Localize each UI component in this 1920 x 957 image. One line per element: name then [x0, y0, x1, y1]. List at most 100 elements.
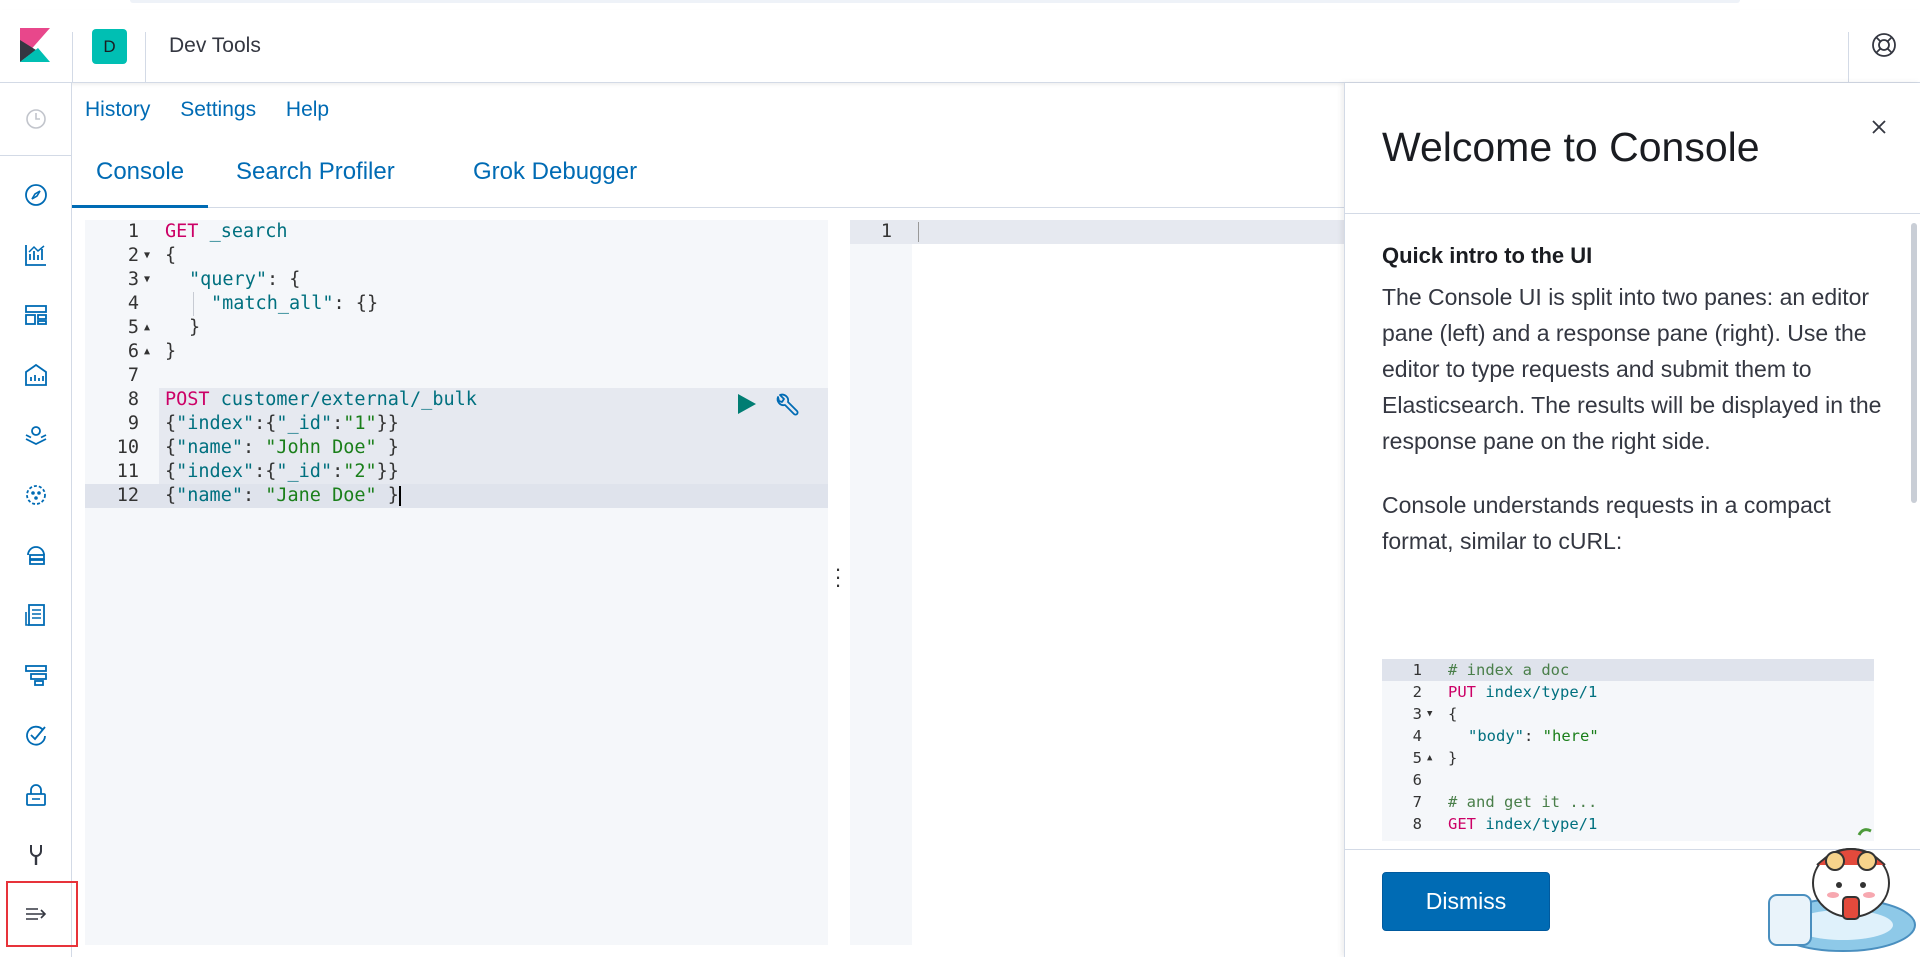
siem-icon[interactable]: [20, 779, 52, 811]
line-number: 3: [127, 269, 139, 290]
request-path: _search: [209, 221, 288, 242]
header-divider: [145, 32, 146, 82]
code-line: }: [1448, 749, 1458, 767]
code-line: {: [165, 245, 177, 266]
history-link[interactable]: History: [85, 98, 150, 121]
code-line: POST customer/external/_bulk: [165, 388, 477, 412]
machine-learning-icon[interactable]: [20, 479, 52, 511]
canvas-icon[interactable]: [20, 359, 52, 391]
send-request-play-icon[interactable]: [735, 393, 757, 415]
line-number: 1: [880, 221, 892, 242]
response-active-line: [850, 220, 1345, 244]
dashboard-icon[interactable]: [20, 299, 52, 331]
kibana-logo-icon[interactable]: [16, 26, 56, 66]
line-number: 7: [1412, 793, 1422, 811]
logs-icon[interactable]: [20, 599, 52, 631]
nav-separator: [0, 155, 72, 156]
collapse-menu-icon[interactable]: [20, 898, 52, 930]
close-icon[interactable]: [1867, 115, 1891, 139]
visualize-icon[interactable]: [20, 239, 52, 271]
request-editor[interactable]: 1 2 3 4 5 6 7 8 9 10 11 12 ▼ ▼ ▲ ▲ GET _…: [85, 220, 828, 945]
mascot-sticker-icon: [1768, 828, 1916, 952]
fold-up-icon[interactable]: ▲: [144, 340, 150, 364]
uptime-icon[interactable]: [20, 719, 52, 751]
help-link[interactable]: Help: [286, 98, 329, 121]
line-number: 9: [127, 413, 139, 434]
response-cursor: [918, 222, 919, 242]
http-method: POST: [165, 389, 210, 410]
flyout-scrollbar[interactable]: [1911, 223, 1917, 503]
intro-paragraph: The Console UI is split into two panes: …: [1382, 284, 1882, 454]
infrastructure-icon[interactable]: [20, 539, 52, 571]
json-key: "query": [189, 269, 267, 290]
dismiss-button[interactable]: Dismiss: [1382, 872, 1550, 931]
code-line: "match_all": {}: [211, 292, 378, 316]
line-number: 10: [116, 437, 139, 458]
response-pane: 1: [850, 220, 1345, 945]
fold-up-icon[interactable]: ▲: [1427, 747, 1432, 769]
tab-console[interactable]: Console: [72, 158, 209, 208]
line-number: 8: [1412, 815, 1422, 833]
code-line: GET _search: [165, 220, 288, 244]
top-header: D Dev Tools: [0, 10, 1920, 83]
json-punct: : {}: [333, 293, 379, 314]
breadcrumb: Dev Tools: [169, 34, 261, 57]
line-number: 6: [127, 341, 139, 362]
tab-grok-debugger[interactable]: Grok Debugger: [449, 158, 661, 208]
code-line: # and get it ...: [1448, 793, 1598, 811]
pane-resize-handle[interactable]: · · ·: [834, 558, 842, 596]
line-number: 4: [1412, 727, 1422, 745]
json-punct: : {: [266, 269, 301, 290]
side-nav: [0, 83, 78, 957]
sample-code-block: 1 2 3 4 5 6 7 8 ▼ ▲ # index a doc PUT in…: [1382, 659, 1874, 841]
code-line: # index a doc: [1448, 661, 1570, 679]
help-menu-icon[interactable]: [1869, 30, 1899, 60]
line-number: 8: [127, 389, 139, 410]
header-divider: [1848, 32, 1849, 82]
code-line: GET index/type/1: [1448, 815, 1598, 833]
code-line: }: [165, 341, 177, 362]
line-number: 5: [127, 317, 139, 338]
code-line: {"index":{"_id":"2"}}: [165, 461, 399, 482]
request-options-wrench-icon[interactable]: [772, 392, 800, 420]
recently-viewed-icon[interactable]: [20, 103, 52, 135]
dev-tools-icon[interactable]: [20, 839, 52, 871]
settings-link[interactable]: Settings: [180, 98, 256, 121]
fold-down-icon[interactable]: ▼: [1427, 703, 1432, 725]
line-number: 5: [1412, 749, 1422, 767]
header-divider: [72, 32, 73, 82]
welcome-flyout: Welcome to Console Quick intro to the UI…: [1344, 83, 1920, 957]
line-number: 1: [127, 221, 139, 242]
http-method: GET: [165, 221, 199, 242]
fold-up-icon[interactable]: ▲: [144, 316, 150, 340]
code-line: {"name": "Jane Doe" }: [165, 485, 401, 506]
tab-search-profiler[interactable]: Search Profiler: [212, 158, 419, 208]
discover-icon[interactable]: [20, 179, 52, 211]
request-path: customer/external/_bulk: [220, 389, 477, 410]
fold-down-icon[interactable]: ▼: [144, 268, 150, 292]
space-avatar[interactable]: D: [92, 29, 127, 64]
flyout-header-divider: [1345, 213, 1920, 214]
code-line: PUT index/type/1: [1448, 683, 1598, 701]
response-gutter: [850, 220, 912, 945]
code-line: "query": {: [189, 268, 300, 292]
line-number: 7: [127, 365, 139, 386]
section-heading: Quick intro to the UI: [1382, 243, 1593, 268]
line-number: 2: [127, 245, 139, 266]
line-number: 4: [127, 293, 139, 314]
line-number: 11: [116, 461, 139, 482]
line-number: 1: [1412, 661, 1422, 679]
apm-icon[interactable]: [20, 659, 52, 691]
flyout-title: Welcome to Console: [1382, 124, 1760, 170]
format-paragraph: Console understands requests in a compac…: [1382, 492, 1831, 554]
fold-down-icon[interactable]: ▼: [144, 244, 150, 268]
code-line: {: [1448, 705, 1458, 723]
code-line: }: [189, 317, 201, 338]
line-number: 12: [116, 485, 139, 506]
json-key: "match_all": [211, 293, 334, 314]
maps-icon[interactable]: [20, 419, 52, 451]
devtools-top-menu: History Settings Help: [85, 98, 353, 122]
line-number: 6: [1412, 771, 1422, 789]
code-line: "body": "here": [1468, 727, 1599, 745]
devtools-tabs: Console Search Profiler Grok Debugger: [72, 148, 1344, 208]
